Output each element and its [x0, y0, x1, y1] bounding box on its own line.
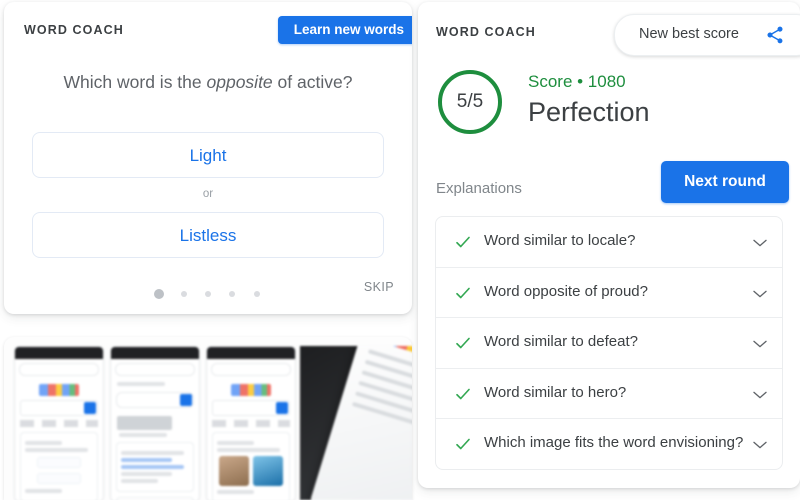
next-round-button[interactable]: Next round	[661, 161, 789, 203]
progress-dot-3	[205, 290, 211, 297]
explanation-row[interactable]: Word similar to hero?	[436, 369, 782, 419]
question-prefix: Which word is the	[63, 72, 207, 92]
explanation-label: Word similar to locale?	[484, 232, 636, 249]
progress-dot-1	[154, 288, 165, 299]
promo-photo-devices-on-keyboard	[300, 346, 412, 500]
promo-phone-1	[14, 346, 104, 500]
word-coach-quiz-card: WORD COACH Learn new words Which word is…	[4, 2, 412, 314]
check-icon	[454, 284, 472, 302]
promo-phone-2	[110, 346, 200, 500]
left-column: WORD COACH Learn new words Which word is…	[0, 0, 414, 500]
progress-dot-5	[253, 290, 260, 297]
promo-screenshot-strip	[4, 337, 412, 500]
explanation-row[interactable]: Word similar to defeat?	[436, 318, 782, 369]
results-brand-label: WORD COACH	[436, 25, 536, 39]
check-icon	[454, 435, 472, 453]
explanation-label: Word similar to hero?	[484, 383, 627, 401]
score-ring: 5/5	[438, 70, 502, 134]
explanation-label: Word opposite of proud?	[484, 282, 648, 300]
screenshot-root: WORD COACH Learn new words Which word is…	[0, 0, 800, 500]
score-title: Perfection	[528, 97, 650, 127]
score-points-line: Score • 1080	[528, 72, 626, 91]
new-best-score-label: New best score	[639, 26, 739, 42]
chevron-down-icon[interactable]	[752, 438, 768, 450]
chevron-down-icon[interactable]	[752, 287, 768, 299]
share-icon[interactable]	[765, 25, 785, 45]
promo-phone-3	[206, 346, 296, 500]
score-fraction: 5/5	[456, 91, 484, 112]
progress-dot-4	[229, 290, 236, 297]
question-italic-word: opposite	[206, 72, 273, 92]
or-separator-label: or	[202, 188, 214, 200]
new-best-score-pill[interactable]: New best score	[614, 14, 800, 56]
skip-button[interactable]: SKIP	[364, 280, 394, 294]
chevron-down-icon[interactable]	[752, 388, 768, 400]
quiz-question: Which word is the opposite of active?	[4, 72, 412, 93]
explanation-row[interactable]: Word opposite of proud?	[436, 268, 782, 318]
check-icon	[454, 334, 472, 352]
check-icon	[454, 385, 472, 403]
explanation-label: Word similar to defeat?	[484, 333, 638, 350]
check-icon	[454, 233, 472, 251]
explanation-row[interactable]: Which image fits the word envisioning?	[436, 419, 782, 469]
explanations-list: Word similar to locale? Word opposite of…	[435, 216, 783, 470]
explanation-label: Which image fits the word envisioning?	[484, 434, 744, 451]
learn-new-words-button[interactable]: Learn new words	[277, 16, 412, 44]
answer-option-2[interactable]: Listless	[32, 212, 384, 258]
explanations-label: Explanations	[436, 180, 522, 197]
question-suffix: of active?	[272, 72, 353, 92]
answer-option-1[interactable]: Light	[32, 132, 384, 178]
chevron-down-icon[interactable]	[752, 337, 768, 349]
progress-dots	[4, 285, 412, 299]
progress-dot-2	[180, 290, 187, 297]
chevron-down-icon[interactable]	[752, 236, 768, 248]
explanation-row[interactable]: Word similar to locale?	[436, 217, 782, 268]
quiz-brand-label: WORD COACH	[24, 23, 124, 37]
word-coach-results-card: WORD COACH New best score 5/5 Score • 10…	[418, 2, 800, 488]
promo-inner	[14, 346, 412, 500]
